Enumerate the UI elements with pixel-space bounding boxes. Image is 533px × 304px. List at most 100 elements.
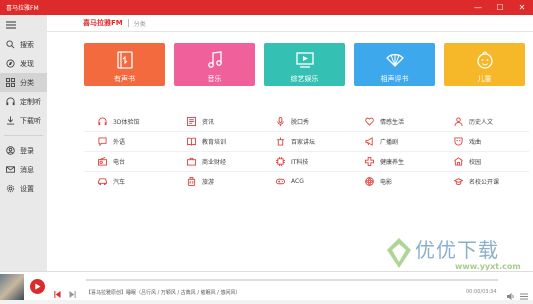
headphones-icon — [97, 116, 107, 126]
sidebar-item-downloads[interactable]: 下载听 — [0, 111, 47, 130]
category-grid: 3D体验馆 资讯 脱口秀 情感生活 历史人文 外语 教育培训 百家讲坛 广播剧 … — [84, 111, 529, 191]
app-logo[interactable]: 喜马拉雅FM — [83, 18, 123, 28]
card-label: 音乐 — [207, 75, 222, 83]
category-it[interactable]: IT科技 — [262, 157, 351, 167]
volume-button[interactable] — [507, 285, 515, 304]
music-note-icon — [207, 46, 223, 74]
category-travel[interactable]: 旅游 — [173, 177, 262, 187]
open-book-icon — [186, 137, 196, 147]
category-radio-drama[interactable]: 广播剧 — [351, 137, 440, 147]
window-title: 喜马拉雅FM — [6, 5, 39, 12]
category-business[interactable]: 商业财经 — [173, 157, 262, 167]
video-icon — [295, 46, 314, 74]
category-row: 外语 教育培训 百家讲坛 广播剧 戏曲 — [84, 131, 529, 151]
book-icon — [116, 46, 133, 74]
search-icon — [5, 40, 15, 50]
sidebar-item-discover[interactable]: 发现 — [0, 54, 47, 73]
category-news[interactable]: 资讯 — [173, 116, 262, 126]
category-row: 电台 商业财经 IT科技 健康养生 校园 — [84, 151, 529, 171]
category-education[interactable]: 教育培训 — [173, 137, 262, 147]
category-campus[interactable]: 校园 — [440, 157, 529, 167]
chip-icon — [275, 157, 285, 167]
film-reel-icon — [364, 177, 374, 187]
sidebar-item-label: 登录 — [20, 146, 34, 155]
sidebar-item-settings[interactable]: 设置 — [0, 179, 47, 198]
category-movie[interactable]: 电影 — [351, 177, 440, 187]
card-variety[interactable]: 综艺娱乐 — [264, 43, 345, 86]
category-label: 商业财经 — [202, 159, 227, 166]
user-icon — [5, 146, 15, 156]
category-label: 脱口秀 — [291, 118, 310, 126]
microphone-icon — [275, 116, 285, 126]
card-children[interactable]: 儿童 — [444, 43, 525, 86]
card-audiobook[interactable]: 有声书 — [84, 43, 165, 86]
megaphone-icon — [364, 137, 374, 147]
card-crosstalk[interactable]: 相声评书 — [354, 43, 435, 86]
minimize-button[interactable]: — — [467, 0, 489, 15]
category-health[interactable]: 健康养生 — [351, 157, 440, 167]
category-label: IT科技 — [291, 159, 309, 166]
category-history[interactable]: 历史人文 — [440, 116, 529, 126]
category-label: 健康养生 — [380, 159, 405, 166]
category-lecture[interactable]: 百家讲坛 — [262, 137, 351, 147]
sidebar-item-label: 设置 — [20, 184, 34, 193]
category-language[interactable]: 外语 — [84, 137, 173, 147]
playlist-button[interactable] — [520, 285, 528, 304]
category-acg[interactable]: ACG — [262, 177, 351, 187]
card-label: 相声评书 — [380, 75, 409, 83]
radio-icon — [97, 157, 107, 167]
headphones-icon — [5, 97, 15, 107]
category-icon — [5, 78, 15, 88]
category-talkshow[interactable]: 脱口秀 — [262, 116, 351, 126]
category-row: 汽车 旅游 ACG 电影 名校公开课 — [84, 171, 529, 191]
sidebar-item-search[interactable]: 搜索 — [0, 35, 47, 54]
playlist-icon — [520, 293, 528, 300]
category-station[interactable]: 电台 — [84, 157, 173, 167]
category-label: 汽车 — [113, 179, 126, 186]
menu-toggle[interactable] — [0, 15, 47, 35]
sidebar-item-messages[interactable]: 消息 — [0, 160, 47, 179]
person-icon — [453, 116, 463, 126]
watermark-url: www.yyxt.com — [455, 262, 521, 271]
child-face-icon — [476, 46, 494, 74]
category-emotion[interactable]: 情感生活 — [351, 116, 440, 126]
skip-next-icon — [69, 291, 76, 298]
sidebar-item-label: 消息 — [20, 165, 34, 174]
category-row: 3D体验馆 资讯 脱口秀 情感生活 历史人文 — [84, 111, 529, 131]
category-opera[interactable]: 戏曲 — [440, 137, 529, 147]
suitcase-icon — [186, 177, 196, 187]
sidebar: 搜索 发现 分类 定制听 下载听 登录 消息 设置 — [0, 15, 47, 271]
next-button[interactable] — [69, 283, 76, 302]
download-icon — [5, 116, 15, 126]
gear-icon — [5, 184, 15, 194]
maximize-button[interactable]: ☐ — [489, 0, 511, 15]
briefcase-icon — [186, 157, 196, 167]
podium-icon — [275, 137, 285, 147]
sidebar-item-label: 下载听 — [20, 116, 41, 125]
watermark-text: 优优下载 — [415, 238, 499, 262]
card-music[interactable]: 音乐 — [174, 43, 255, 86]
category-car[interactable]: 汽车 — [84, 177, 173, 187]
progress-bar[interactable] — [86, 279, 498, 281]
category-3d[interactable]: 3D体验馆 — [84, 116, 173, 126]
car-icon — [97, 177, 107, 187]
album-cover[interactable] — [0, 274, 24, 300]
health-cross-icon — [364, 157, 374, 167]
category-label: ACG — [291, 178, 304, 185]
play-button[interactable] — [30, 279, 45, 294]
close-button[interactable]: ✕ — [511, 0, 533, 15]
featured-categories: 有声书 音乐 综艺娱乐 相声评书 儿童 — [84, 43, 525, 86]
card-label: 综艺娱乐 — [290, 75, 319, 83]
category-label: 百家讲坛 — [291, 139, 316, 146]
header-divider — [127, 19, 129, 27]
window-controls: — ☐ ✕ — [467, 0, 533, 15]
previous-button[interactable] — [54, 283, 61, 302]
category-label: 校园 — [469, 159, 482, 166]
player-bar: 【喜马拉雅原创】睡眠（吕行风 / 万颖风 / 古典风 / 催眠风 / 悠闲风） … — [0, 271, 533, 300]
sidebar-item-category[interactable]: 分类 — [0, 73, 47, 92]
sidebar-item-login[interactable]: 登录 — [0, 141, 47, 160]
category-open-course[interactable]: 名校公开课 — [440, 177, 529, 187]
compass-icon — [5, 59, 15, 69]
skip-previous-icon — [54, 291, 61, 298]
sidebar-item-custom-listen[interactable]: 定制听 — [0, 92, 47, 111]
